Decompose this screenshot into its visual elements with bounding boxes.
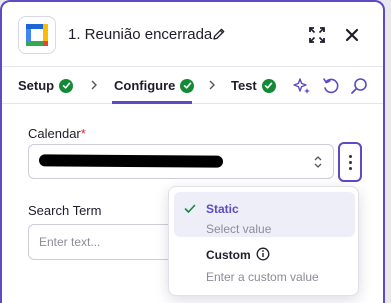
- menu-custom-subtitle: Enter a custom value: [206, 270, 319, 284]
- menu-item-custom[interactable]: Custom Enter a custom value: [174, 241, 355, 291]
- check-circle-icon: [180, 78, 195, 93]
- more-vertical-icon: [348, 154, 352, 158]
- background-strip: [385, 0, 391, 303]
- check-circle-icon: [261, 78, 276, 93]
- calendar-select[interactable]: [28, 144, 334, 179]
- undo-icon[interactable]: [321, 76, 341, 96]
- chevron-right-icon: [209, 80, 215, 90]
- app-icon: [18, 16, 56, 54]
- tab-configure[interactable]: Configure: [114, 78, 195, 93]
- checkmark-icon: [184, 204, 196, 213]
- tab-setup[interactable]: Setup: [18, 78, 74, 93]
- google-calendar-icon: [26, 24, 48, 46]
- active-tab-indicator: [112, 101, 192, 104]
- check-circle-icon: [59, 78, 74, 93]
- panel-header: 1. Reunião encerrada: [2, 2, 383, 66]
- sparkle-icon[interactable]: [292, 76, 312, 96]
- redacted-value: [38, 154, 224, 168]
- tab-setup-label: Setup: [18, 78, 55, 93]
- calendar-label-text: Calendar: [28, 126, 81, 141]
- chevron-right-icon: [91, 80, 97, 90]
- pencil-icon[interactable]: [212, 27, 226, 41]
- step-editor-panel: 1. Reunião encerrada Setup Configure Tes…: [0, 0, 385, 303]
- expand-icon[interactable]: [308, 26, 326, 44]
- tab-test[interactable]: Test: [231, 78, 276, 93]
- more-options-button[interactable]: [338, 142, 362, 182]
- menu-custom-title: Custom: [206, 248, 251, 262]
- menu-static-title: Static: [206, 202, 239, 216]
- step-tabs: Setup Configure Test: [2, 66, 383, 104]
- chevron-up-down-icon: [314, 156, 322, 168]
- step-title: 1. Reunião encerrada: [68, 26, 213, 43]
- calendar-label: Calendar*: [28, 126, 86, 141]
- search-icon[interactable]: [349, 76, 369, 96]
- tab-test-label: Test: [231, 78, 257, 93]
- search-term-label: Search Term: [28, 203, 102, 218]
- required-mark: *: [80, 126, 86, 141]
- menu-item-static[interactable]: Static Select value: [174, 192, 355, 237]
- menu-static-subtitle: Select value: [206, 222, 272, 236]
- value-mode-menu: Static Select value Custom Enter a custo…: [168, 186, 359, 296]
- close-icon[interactable]: [344, 27, 360, 43]
- tab-configure-label: Configure: [114, 78, 176, 93]
- info-icon[interactable]: [256, 247, 270, 261]
